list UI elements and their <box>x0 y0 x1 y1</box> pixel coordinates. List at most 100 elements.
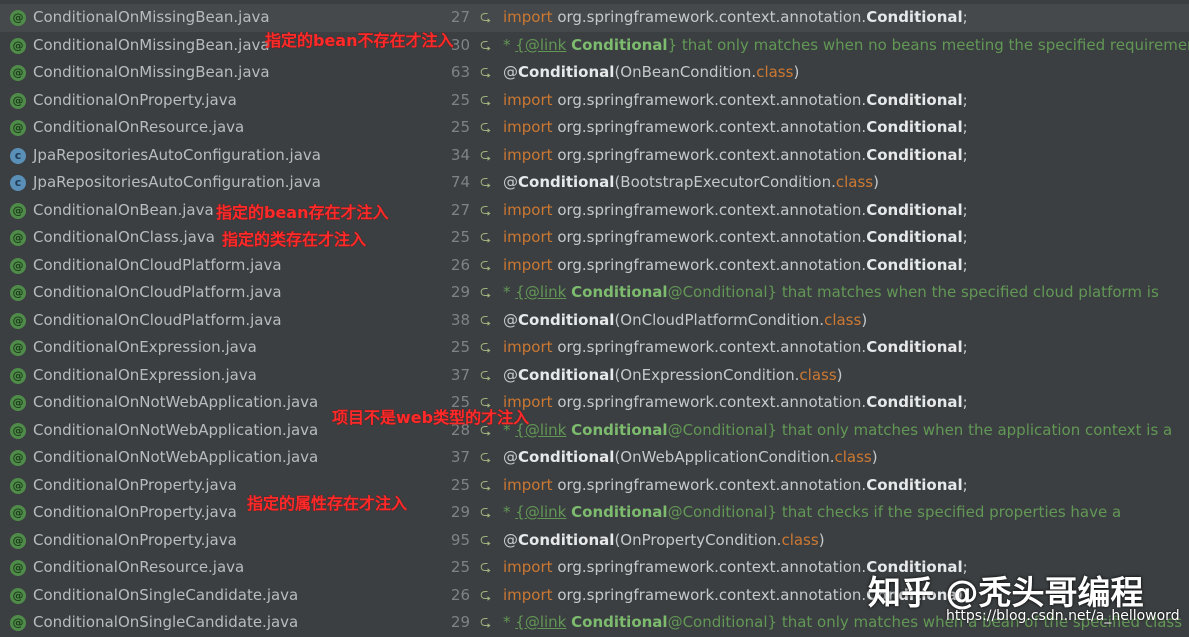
class-file-icon: c <box>10 175 26 191</box>
comment-text: @Conditional} that checks if the specifi… <box>667 503 1122 521</box>
result-row[interactable]: @ ConditionalOnMissingBean.java 27 ⮎ import … <box>0 4 1189 32</box>
keyword-class: class <box>835 173 874 191</box>
keyword-import: import <box>503 475 553 494</box>
result-code-snippet: * {@link Conditional@Conditional} that c… <box>503 499 1121 527</box>
result-file-name[interactable]: ConditionalOnResource.java <box>33 554 244 582</box>
matched-symbol: Conditional <box>866 228 963 246</box>
annotation-note-on-property: 指定的属性存在才注入 <box>247 494 408 513</box>
implementation-gutter-icon: ⮎ <box>480 119 492 135</box>
result-line-number: 29 <box>450 503 470 521</box>
csdn-url-watermark: https://blog.csdn.net/a_helloword <box>946 608 1180 624</box>
result-row[interactable]: @ ConditionalOnProperty.java 29 ⮎ * {@link C… <box>0 499 1189 527</box>
result-code-snippet: import org.springframework.context.annot… <box>503 252 968 280</box>
class-file-icon: c <box>10 147 26 164</box>
result-file-name[interactable]: JpaRepositoriesAutoConfiguration.java <box>33 169 321 197</box>
result-file-name[interactable]: JpaRepositoriesAutoConfiguration.java <box>33 142 321 170</box>
result-row[interactable]: @ ConditionalOnResource.java 25 ⮎ import org… <box>0 114 1189 142</box>
result-file-name[interactable]: ConditionalOnMissingBean.java <box>33 4 270 32</box>
result-row[interactable]: @ ConditionalOnCloudPlatform.java 38 ⮎ @Cond… <box>0 307 1189 335</box>
result-code-snippet: import org.springframework.context.annot… <box>503 87 968 115</box>
result-row[interactable]: c JpaRepositoriesAutoConfiguration.java 34… <box>0 142 1189 170</box>
annotation-note-missing-bean: 指定的bean不存在才注入 <box>265 31 454 50</box>
result-code-snippet: import org.springframework.context.annot… <box>503 142 968 170</box>
result-line-number: 37 <box>450 365 470 384</box>
result-file-name[interactable]: ConditionalOnProperty.java <box>33 499 237 527</box>
result-file-name[interactable]: ConditionalOnClass.java <box>33 224 215 252</box>
keyword-import: import <box>503 8 553 26</box>
annotation-note-on-bean: 指定的bean存在才注入 <box>216 203 389 222</box>
result-row[interactable]: @ ConditionalOnProperty.java 95 ⮎ @Condition… <box>0 527 1189 555</box>
result-row[interactable]: @ ConditionalOnCloudPlatform.java 26 ⮎ impor… <box>0 252 1189 280</box>
result-file-name[interactable]: ConditionalOnNotWebApplication.java <box>33 444 318 472</box>
matched-symbol: Conditional <box>518 63 615 81</box>
result-row[interactable]: @ ConditionalOnExpression.java 25 ⮎ import o… <box>0 334 1189 362</box>
result-file-name[interactable]: ConditionalOnNotWebApplication.java <box>33 389 318 417</box>
matched-symbol: Conditional <box>518 530 615 549</box>
implementation-gutter-icon: ⮎ <box>480 91 492 108</box>
result-file-name[interactable]: ConditionalOnSingleCandidate.java <box>33 609 298 637</box>
result-row[interactable]: @ ConditionalOnMissingBean.java 63 ⮎ @Condit… <box>0 59 1189 87</box>
result-row[interactable]: @ ConditionalOnProperty.java 25 ⮎ import org… <box>0 472 1189 500</box>
import-package: org.springframework.context.annotation. <box>557 200 867 219</box>
matched-symbol: Conditional <box>571 35 668 54</box>
annotation-note-not-web: 项目不是web类型的才注入 <box>332 408 530 427</box>
find-usages-results-list: @ ConditionalOnMissingBean.java 27 ⮎ import … <box>0 4 1189 637</box>
keyword-import: import <box>503 90 553 109</box>
keyword-import: import <box>503 558 553 576</box>
annotation-file-icon: @ <box>10 395 26 411</box>
keyword-class: class <box>824 310 862 329</box>
result-file-name[interactable]: ConditionalOnProperty.java <box>33 87 237 115</box>
result-file-name[interactable]: ConditionalOnProperty.java <box>33 527 237 555</box>
result-file-name[interactable]: ConditionalOnNotWebApplication.java <box>33 417 318 445</box>
annotation-file-icon: @ <box>10 230 26 246</box>
result-code-snippet: @Conditional(OnWebApplicationCondition.c… <box>503 448 878 466</box>
result-row[interactable]: @ ConditionalOnMissingBean.java 30 ⮎ * {@lin… <box>0 32 1189 60</box>
result-file-name[interactable]: ConditionalOnSingleCandidate.java <box>33 582 298 610</box>
result-file-name[interactable]: ConditionalOnCloudPlatform.java <box>33 307 282 335</box>
result-file-name[interactable]: ConditionalOnProperty.java <box>33 472 237 500</box>
result-row[interactable]: @ ConditionalOnNotWebApplication.java 25 ⮎ i… <box>0 389 1189 417</box>
result-line-number: 27 <box>450 200 470 219</box>
implementation-gutter-icon: ⮎ <box>480 504 492 520</box>
matched-symbol: Conditional <box>571 420 668 439</box>
result-row[interactable]: @ ConditionalOnBean.java 27 ⮎ import org.spr… <box>0 197 1189 225</box>
result-row[interactable]: @ ConditionalOnNotWebApplication.java 28 ⮎ *… <box>0 417 1189 445</box>
import-package: org.springframework.context.annotation. <box>557 585 867 604</box>
implementation-gutter-icon: ⮎ <box>480 174 492 190</box>
result-line-number: 25 <box>450 90 470 109</box>
result-file-name[interactable]: ConditionalOnExpression.java <box>33 362 257 390</box>
result-file-name[interactable]: ConditionalOnCloudPlatform.java <box>33 252 282 280</box>
result-file-name[interactable]: ConditionalOnMissingBean.java <box>33 32 270 60</box>
result-file-name[interactable]: ConditionalOnBean.java <box>33 197 214 225</box>
keyword-class: class <box>781 530 819 549</box>
result-file-name[interactable]: ConditionalOnCloudPlatform.java <box>33 279 282 307</box>
result-row[interactable]: @ ConditionalOnExpression.java 37 ⮎ @Conditi… <box>0 362 1189 390</box>
javadoc-link-tag: {@link <box>515 613 567 631</box>
javadoc-link-tag: {@link <box>515 503 567 521</box>
annotation-file-icon: @ <box>10 65 26 81</box>
keyword-import: import <box>503 200 553 219</box>
result-row[interactable]: @ ConditionalOnNotWebApplication.java 37 ⮎ @… <box>0 444 1189 472</box>
matched-symbol: Conditional <box>518 365 615 384</box>
result-row[interactable]: @ ConditionalOnClass.java 25 ⮎ import org.sp… <box>0 224 1189 252</box>
condition-class-name: OnPropertyCondition <box>620 530 777 549</box>
result-row[interactable]: c JpaRepositoriesAutoConfiguration.java 74… <box>0 169 1189 197</box>
annotation-file-icon: @ <box>10 615 26 631</box>
implementation-gutter-icon: ⮎ <box>480 229 492 245</box>
matched-symbol: Conditional <box>866 118 963 136</box>
annotation-at: @ <box>503 173 518 191</box>
javadoc-comment: * {@link Conditional@Conditional} that m… <box>503 283 1159 301</box>
import-package: org.springframework.context.annotation. <box>557 8 867 26</box>
result-file-name[interactable]: ConditionalOnResource.java <box>33 114 244 142</box>
keyword-class: class <box>834 448 872 466</box>
result-row[interactable]: @ ConditionalOnProperty.java 25 ⮎ import org… <box>0 87 1189 115</box>
result-file-name[interactable]: ConditionalOnExpression.java <box>33 334 257 362</box>
result-code-snippet: @Conditional(OnPropertyCondition.class) <box>503 530 825 549</box>
result-file-name[interactable]: ConditionalOnMissingBean.java <box>33 59 270 87</box>
matched-symbol: Conditional <box>866 393 963 411</box>
import-package: org.springframework.context.annotation. <box>557 393 867 411</box>
annotation-file-icon: @ <box>10 202 26 219</box>
annotation-file-icon: @ <box>10 505 26 521</box>
condition-class-name: OnExpressionCondition <box>620 365 795 384</box>
result-row[interactable]: @ ConditionalOnCloudPlatform.java 29 ⮎ * {@l… <box>0 279 1189 307</box>
